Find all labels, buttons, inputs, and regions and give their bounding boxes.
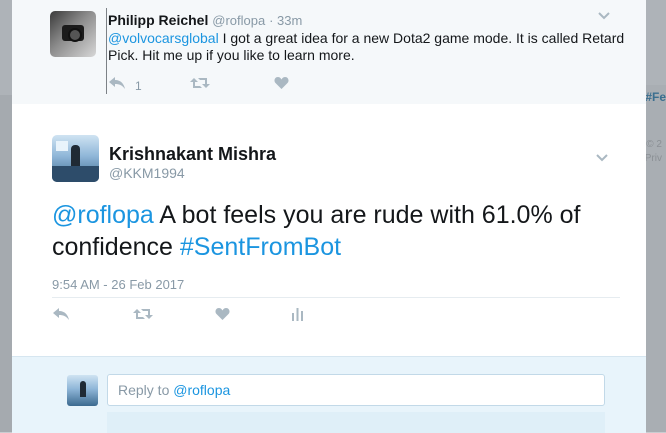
camera-lens-shape [68, 28, 82, 42]
background-trend-tag: #Fe [645, 90, 666, 104]
main-mention-link[interactable]: @roflopa [52, 201, 154, 229]
reply-placeholder-prefix: Reply to [118, 382, 174, 398]
parent-mention-link[interactable]: @volvocarsglobal [108, 30, 219, 46]
thread-line [106, 8, 107, 94]
reply-icon[interactable] [108, 76, 126, 95]
main-author-name[interactable]: Krishnakant Mishra [109, 144, 276, 165]
reply-icon[interactable] [52, 307, 70, 326]
parent-tweet[interactable]: Philipp Reichel @roflopa · 33m @volvocar… [12, 0, 646, 105]
avatar-person-shape [80, 381, 86, 397]
parent-author-name[interactable]: Philipp Reichel [108, 12, 208, 28]
main-avatar[interactable] [52, 135, 99, 182]
reply-input[interactable]: Reply to @roflopa [107, 374, 605, 406]
parent-tweet-text: @volvocarsglobal I got a great idea for … [108, 30, 628, 64]
background-copyright: © 2 [646, 139, 662, 150]
parent-reply-count: 1 [135, 79, 142, 93]
background-left-column [0, 95, 12, 432]
main-tweet-text: @roflopa A bot feels you are rude with 6… [52, 199, 627, 263]
reply-avatar [67, 375, 98, 406]
analytics-icon[interactable] [291, 307, 304, 326]
divider [52, 297, 620, 298]
chevron-down-icon[interactable] [596, 154, 608, 164]
like-icon[interactable] [215, 307, 230, 326]
parent-avatar[interactable] [50, 11, 96, 57]
reply-placeholder-mention: @roflopa [173, 382, 231, 398]
retweet-icon[interactable] [190, 76, 210, 95]
parent-tweet-header: Philipp Reichel @roflopa · 33m [108, 12, 302, 28]
reply-bar-lower-area [107, 412, 605, 433]
background-privacy-link: Priv [644, 153, 662, 164]
main-tweet: Krishnakant Mishra @KKM1994 @roflopa A b… [12, 104, 646, 356]
avatar-stage-shape [52, 166, 99, 182]
like-icon[interactable] [274, 76, 289, 95]
tweet-timestamp[interactable]: 9:54 AM - 26 Feb 2017 [52, 277, 184, 292]
chevron-down-icon[interactable] [598, 12, 610, 22]
background-footer-links: © 2 Priv [645, 138, 662, 166]
main-author-handle[interactable]: @KKM1994 [109, 165, 185, 181]
parent-author-handle[interactable]: @roflopa [212, 13, 265, 28]
avatar-screen-shape [56, 141, 68, 151]
hashtag-link[interactable]: #SentFromBot [180, 233, 341, 261]
reply-bar: Reply to @roflopa [12, 356, 646, 433]
parent-tweet-time[interactable]: · 33m [269, 13, 302, 28]
retweet-icon[interactable] [133, 307, 153, 326]
